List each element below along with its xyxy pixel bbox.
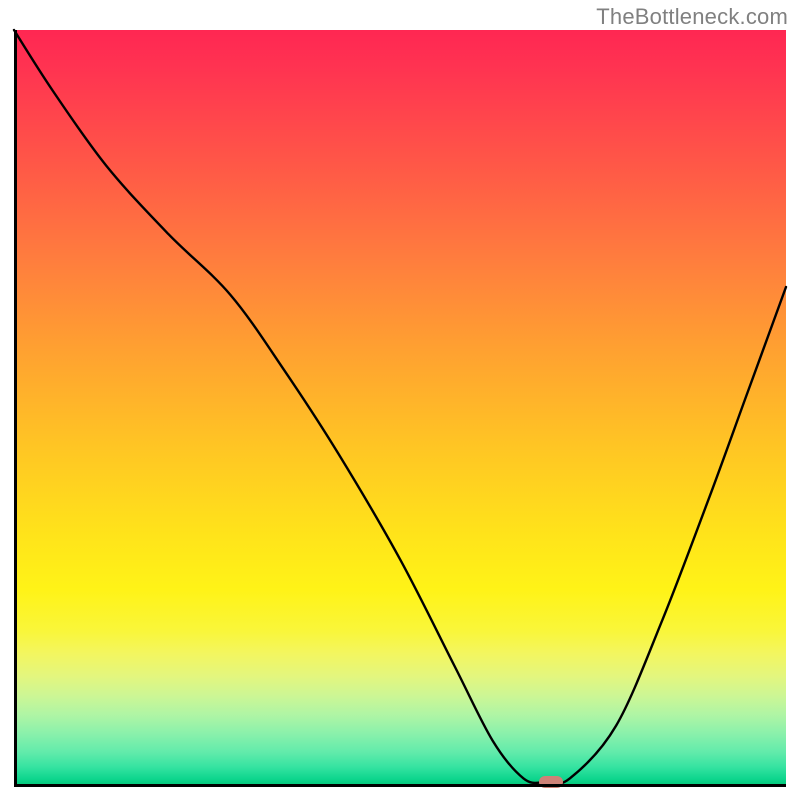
x-axis [14, 784, 786, 787]
chart-container: TheBottleneck.com [0, 0, 800, 800]
watermark-text: TheBottleneck.com [596, 4, 788, 30]
curve-path [14, 30, 786, 784]
bottleneck-curve [14, 30, 786, 786]
plot-area [14, 30, 786, 786]
y-axis [14, 30, 17, 786]
